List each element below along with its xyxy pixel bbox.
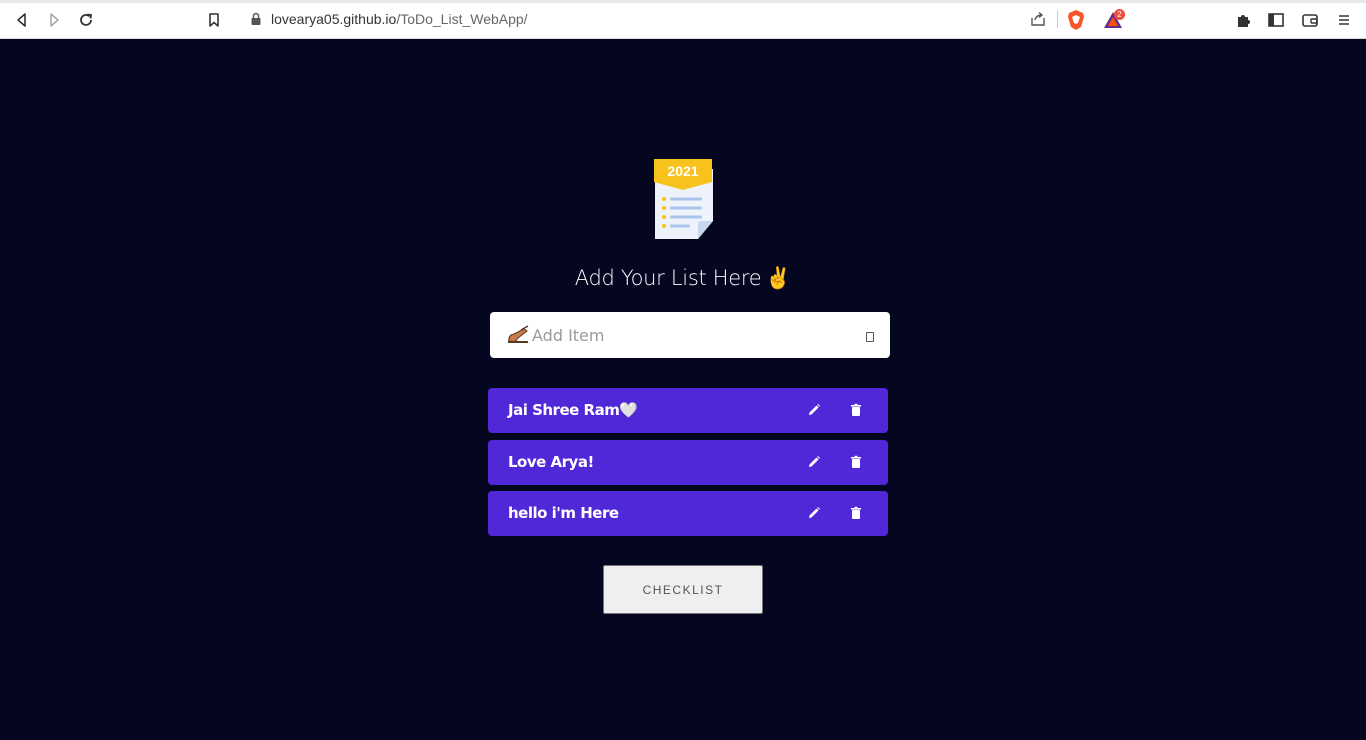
bookmark-icon: [209, 13, 219, 27]
list-item: Jai Shree Ram🤍: [488, 388, 888, 433]
bookmark-button[interactable]: [203, 9, 225, 31]
tab-strip-edge: [0, 0, 1366, 3]
browser-toolbar: lovearya05.github.io/ToDo_List_WebApp/ 2: [0, 0, 1366, 39]
url-path: /ToDo_List_WebApp/: [396, 11, 528, 27]
list-item: Love Arya!: [488, 440, 888, 485]
checklist-button[interactable]: CHECKLIST: [603, 565, 763, 614]
back-button[interactable]: [11, 9, 33, 31]
forward-button[interactable]: [43, 9, 65, 31]
list-item-label: hello i'm Here: [508, 504, 619, 522]
page-title: Add Your List Here ✌: [0, 266, 1366, 291]
todo-list-logo-icon: 2021: [654, 159, 713, 239]
brave-shield-icon[interactable]: [1066, 9, 1086, 31]
url-text[interactable]: lovearya05.github.io/ToDo_List_WebApp/: [271, 11, 528, 27]
list-item-label: Love Arya!: [508, 453, 594, 471]
todo-app: 2021 Add Your List Here✌ Jai Shree Ram🤍 …: [0, 40, 1366, 740]
trash-icon[interactable]: [848, 505, 864, 521]
forward-arrow-icon: [50, 13, 59, 27]
logo-year: 2021: [667, 163, 698, 179]
rewards-badge: 2: [1114, 9, 1125, 20]
wallet-icon[interactable]: [1301, 11, 1319, 29]
back-arrow-icon: [17, 13, 26, 27]
list-item: hello i'm Here: [488, 491, 888, 536]
share-icon[interactable]: [1030, 11, 1046, 27]
page-title-text: Add Your List Here: [574, 266, 762, 290]
lock-icon: [251, 12, 261, 25]
sidebar-icon[interactable]: [1267, 11, 1285, 29]
trash-icon[interactable]: [848, 454, 864, 470]
pencil-icon[interactable]: [806, 454, 822, 470]
reload-button[interactable]: [75, 9, 97, 31]
add-item-input[interactable]: [532, 312, 852, 358]
hamburger-menu-icon[interactable]: [1335, 11, 1353, 29]
url-host: lovearya05.github.io: [271, 11, 397, 27]
pencil-icon[interactable]: [806, 402, 822, 418]
add-item-button[interactable]: [866, 332, 874, 342]
reload-icon: [80, 13, 93, 26]
writing-hand-icon: [508, 325, 529, 343]
trash-icon[interactable]: [848, 402, 864, 418]
list-item-label: Jai Shree Ram🤍: [508, 401, 638, 419]
victory-hand-emoji: ✌: [765, 266, 792, 290]
add-item-box: [490, 312, 890, 358]
pencil-icon[interactable]: [806, 505, 822, 521]
puzzle-icon[interactable]: [1235, 11, 1253, 29]
toolbar-separator: [1057, 10, 1058, 28]
